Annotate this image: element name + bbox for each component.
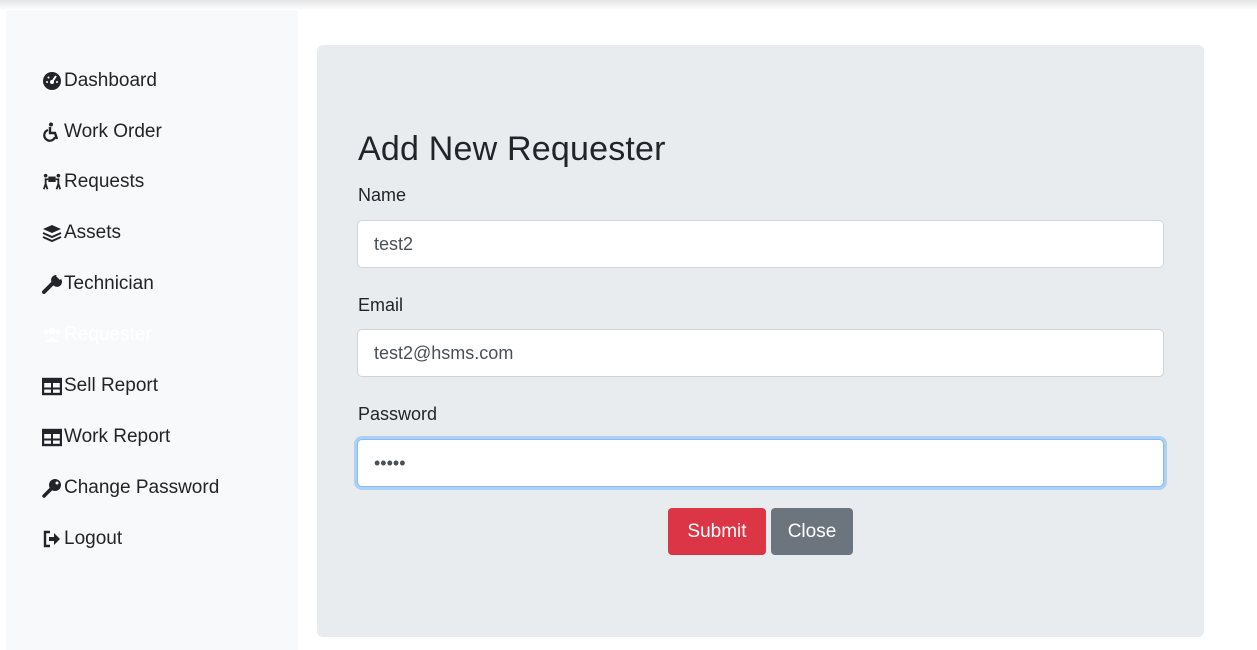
sidebar-item-requester[interactable]: Requester [42,321,152,349]
table-icon [42,427,64,447]
sidebar-item-change-password[interactable]: Change Password [42,474,219,502]
sidebar-item-label: Sell Report [64,375,158,396]
sidebar: Dashboard Work Order Requests Assets Tec… [6,10,298,650]
sidebar-item-label: Requester [64,324,152,345]
page-title: Add New Requester [358,130,666,168]
sidebar-item-label: Work Order [64,121,162,142]
sidebar-item-label: Logout [64,528,123,549]
name-label: Name [358,185,407,205]
layers-icon [42,223,64,243]
password-label: Password [358,404,438,424]
tachometer-icon [42,71,64,91]
sidebar-item-dashboard[interactable]: Dashboard [42,67,157,95]
sidebar-item-logout[interactable]: Logout [42,525,122,553]
top-shadow [0,0,1257,10]
sidebar-item-technician[interactable]: Technician [42,270,154,298]
sidebar-item-assets[interactable]: Assets [42,219,121,247]
people-carry-icon [42,172,64,192]
sidebar-item-label: Dashboard [64,70,157,91]
sidebar-item-label: Work Report [64,426,171,447]
sidebar-item-requests[interactable]: Requests [42,168,144,196]
close-button[interactable]: Close [771,508,853,555]
wrench-icon [42,274,64,294]
sidebar-item-label: Change Password [64,477,220,498]
password-input[interactable] [357,439,1164,487]
sidebar-item-label: Assets [64,222,122,243]
key-icon [42,478,64,498]
submit-button[interactable]: Submit [668,508,766,555]
email-label: Email [358,295,404,315]
email-input[interactable] [357,329,1164,377]
sidebar-item-sell-report[interactable]: Sell Report [42,372,158,400]
users-icon [42,325,64,345]
table-icon [42,376,64,396]
sidebar-item-label: Requests [64,171,145,192]
sign-out-icon [42,529,64,549]
name-input[interactable] [357,220,1164,268]
sidebar-item-work-order[interactable]: Work Order [42,118,162,146]
wheelchair-icon [42,122,64,142]
sidebar-item-label: Technician [64,273,154,294]
sidebar-item-work-report[interactable]: Work Report [42,423,170,451]
